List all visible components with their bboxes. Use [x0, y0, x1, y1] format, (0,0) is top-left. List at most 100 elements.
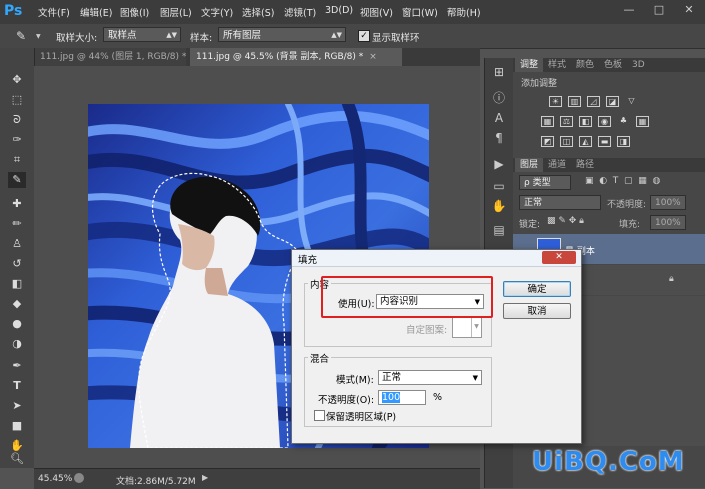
sample-size-label: 取样大小:: [56, 33, 98, 44]
brush-presets-icon[interactable]: ▤: [491, 222, 507, 238]
eraser-tool-icon[interactable]: ◧: [8, 276, 26, 292]
channel-mixer-icon[interactable]: ♣: [617, 116, 630, 127]
tab-3d[interactable]: 3D: [627, 58, 650, 72]
blur-tool-icon[interactable]: ●: [8, 316, 26, 332]
swatch-icon[interactable]: ▭: [491, 178, 507, 194]
sample-size-value: 取样点: [108, 30, 137, 41]
exposure-icon[interactable]: ◪: [606, 96, 619, 107]
tab-doc-1[interactable]: 111.jpg @ 44% (图层 1, RGB/8) *×: [34, 48, 200, 66]
curves-icon[interactable]: ◿: [587, 96, 600, 107]
fill-input[interactable]: 100%: [650, 215, 686, 230]
tab-paths[interactable]: 路径: [571, 158, 600, 172]
menu-window[interactable]: 窗口(W): [402, 5, 438, 19]
percent-label: %: [433, 392, 443, 403]
posterize-icon[interactable]: ◫: [560, 136, 573, 147]
app-logo: Ps: [4, 3, 23, 19]
vibrance-icon[interactable]: ▽: [625, 96, 638, 107]
bucket-tool-icon[interactable]: ◆: [8, 296, 26, 312]
menu-type[interactable]: 文字(Y): [201, 5, 233, 19]
chevron-down-icon: ▲▼: [331, 31, 342, 39]
cancel-button[interactable]: 取消: [503, 303, 571, 319]
type-tool-icon[interactable]: T: [8, 378, 26, 394]
menu-3d[interactable]: 3D(D): [325, 5, 353, 16]
sample-select[interactable]: 所有图层 ▲▼: [218, 27, 346, 42]
menu-edit[interactable]: 编辑(E): [80, 5, 112, 19]
quick-select-tool-icon[interactable]: ✑: [8, 132, 26, 148]
menu-image[interactable]: 图像(I): [120, 5, 149, 19]
dialog-close-button[interactable]: ✕: [542, 251, 576, 264]
tab-adjustments[interactable]: 调整: [515, 58, 544, 72]
paragraph-icon[interactable]: ¶: [491, 130, 507, 146]
tab-doc-2[interactable]: 111.jpg @ 45.5% (背景 副本, RGB/8) * ×: [190, 48, 402, 66]
blend-mode-select[interactable]: 正常: [519, 195, 601, 210]
history-icon[interactable]: ⊞: [491, 64, 507, 80]
info-icon[interactable]: ⓘ: [491, 90, 507, 106]
sample-value: 所有图层: [223, 30, 262, 41]
tab-color[interactable]: 颜色: [571, 58, 600, 72]
black-white-icon[interactable]: ◧: [579, 116, 592, 127]
custom-pattern-label: 自定图案:: [406, 325, 448, 336]
options-bar: ✎ ▼ 取样大小: 取样点 ▲▼ 样本: 所有图层 ▲▼ ✓ 显示取样环: [0, 24, 705, 49]
mode-select[interactable]: 正常 ▼: [378, 370, 482, 385]
brush-tool-icon[interactable]: ✏: [8, 216, 26, 232]
minimize-icon[interactable]: —: [618, 2, 640, 18]
gradient-map-icon[interactable]: ▬: [598, 136, 611, 147]
path-select-tool-icon[interactable]: ➤: [8, 398, 26, 414]
menu-layer[interactable]: 图层(L): [160, 5, 192, 19]
zoom-level[interactable]: 45.45%: [38, 474, 72, 484]
close-icon[interactable]: ✕: [678, 2, 700, 18]
menu-filter[interactable]: 滤镜(T): [284, 5, 316, 19]
crop-tool-icon[interactable]: ⌗: [8, 152, 26, 168]
eyedropper-tool-icon[interactable]: ✎: [8, 172, 26, 188]
dodge-tool-icon[interactable]: ◑: [8, 336, 26, 352]
healing-tool-icon[interactable]: ✚: [8, 196, 26, 212]
close-icon[interactable]: ×: [369, 52, 377, 62]
zoom-tool-icon[interactable]: 🔍︎: [8, 452, 26, 466]
menu-view[interactable]: 视图(V): [360, 5, 393, 19]
preserve-checkbox[interactable]: [314, 410, 325, 421]
highlight-box: [321, 276, 493, 318]
pen-tool-icon[interactable]: ✒: [8, 358, 26, 374]
eyedropper-icon[interactable]: ✎: [16, 28, 34, 44]
chevron-down-icon[interactable]: ▼: [36, 33, 41, 40]
sample-size-select[interactable]: 取样点 ▲▼: [103, 27, 181, 42]
layer-filter-icons[interactable]: ▣ ◐ T ▢ ▦ ◍: [585, 176, 695, 188]
menu-help[interactable]: 帮助(H): [447, 5, 481, 19]
history-brush-tool-icon[interactable]: ↺: [8, 256, 26, 272]
lock-icons[interactable]: ▩ ✎ ✥ 🔒︎: [547, 216, 584, 226]
show-ring-checkbox[interactable]: ✓: [358, 30, 370, 42]
move-tool-icon[interactable]: ✥: [8, 72, 26, 88]
photo-filter-icon[interactable]: ◉: [598, 116, 611, 127]
opacity-value: 100: [382, 392, 401, 403]
tab-swatches[interactable]: 色板: [599, 58, 628, 72]
levels-icon[interactable]: ▥: [568, 96, 581, 107]
actions-icon[interactable]: ▶: [491, 156, 507, 172]
color-lookup-icon[interactable]: ▦: [636, 116, 649, 127]
opacity-input[interactable]: 100: [378, 390, 426, 405]
layer-kind-filter[interactable]: ρ 类型: [519, 175, 571, 190]
dialog-titlebar[interactable]: 填充 ✕: [292, 250, 581, 267]
selective-color-icon[interactable]: ◨: [617, 136, 630, 147]
opacity-input[interactable]: 100%: [650, 195, 686, 210]
ok-button[interactable]: 确定: [503, 281, 571, 297]
tool-presets-icon[interactable]: ✋: [491, 198, 507, 214]
maximize-icon[interactable]: □: [648, 2, 670, 18]
character-icon[interactable]: A: [491, 110, 507, 126]
tab-layers[interactable]: 图层: [515, 158, 544, 172]
marquee-tool-icon[interactable]: ⬚: [8, 92, 26, 108]
invert-icon[interactable]: ◩: [541, 136, 554, 147]
hue-icon[interactable]: ▦: [541, 116, 554, 127]
brightness-icon[interactable]: ☀: [549, 96, 562, 107]
status-icon[interactable]: [74, 473, 84, 483]
lasso-tool-icon[interactable]: ᘐ: [8, 112, 26, 128]
menu-file[interactable]: 文件(F): [38, 5, 70, 19]
chevron-right-icon[interactable]: ▶: [202, 473, 208, 482]
menu-select[interactable]: 选择(S): [242, 5, 274, 19]
stamp-tool-icon[interactable]: ♙: [8, 236, 26, 252]
chevron-down-icon: ▲▼: [166, 31, 177, 39]
tab-styles[interactable]: 样式: [543, 58, 572, 72]
shape-tool-icon[interactable]: ■: [8, 418, 26, 434]
threshold-icon[interactable]: ◭: [579, 136, 592, 147]
color-balance-icon[interactable]: ⚖: [560, 116, 573, 127]
tab-channels[interactable]: 通道: [543, 158, 572, 172]
